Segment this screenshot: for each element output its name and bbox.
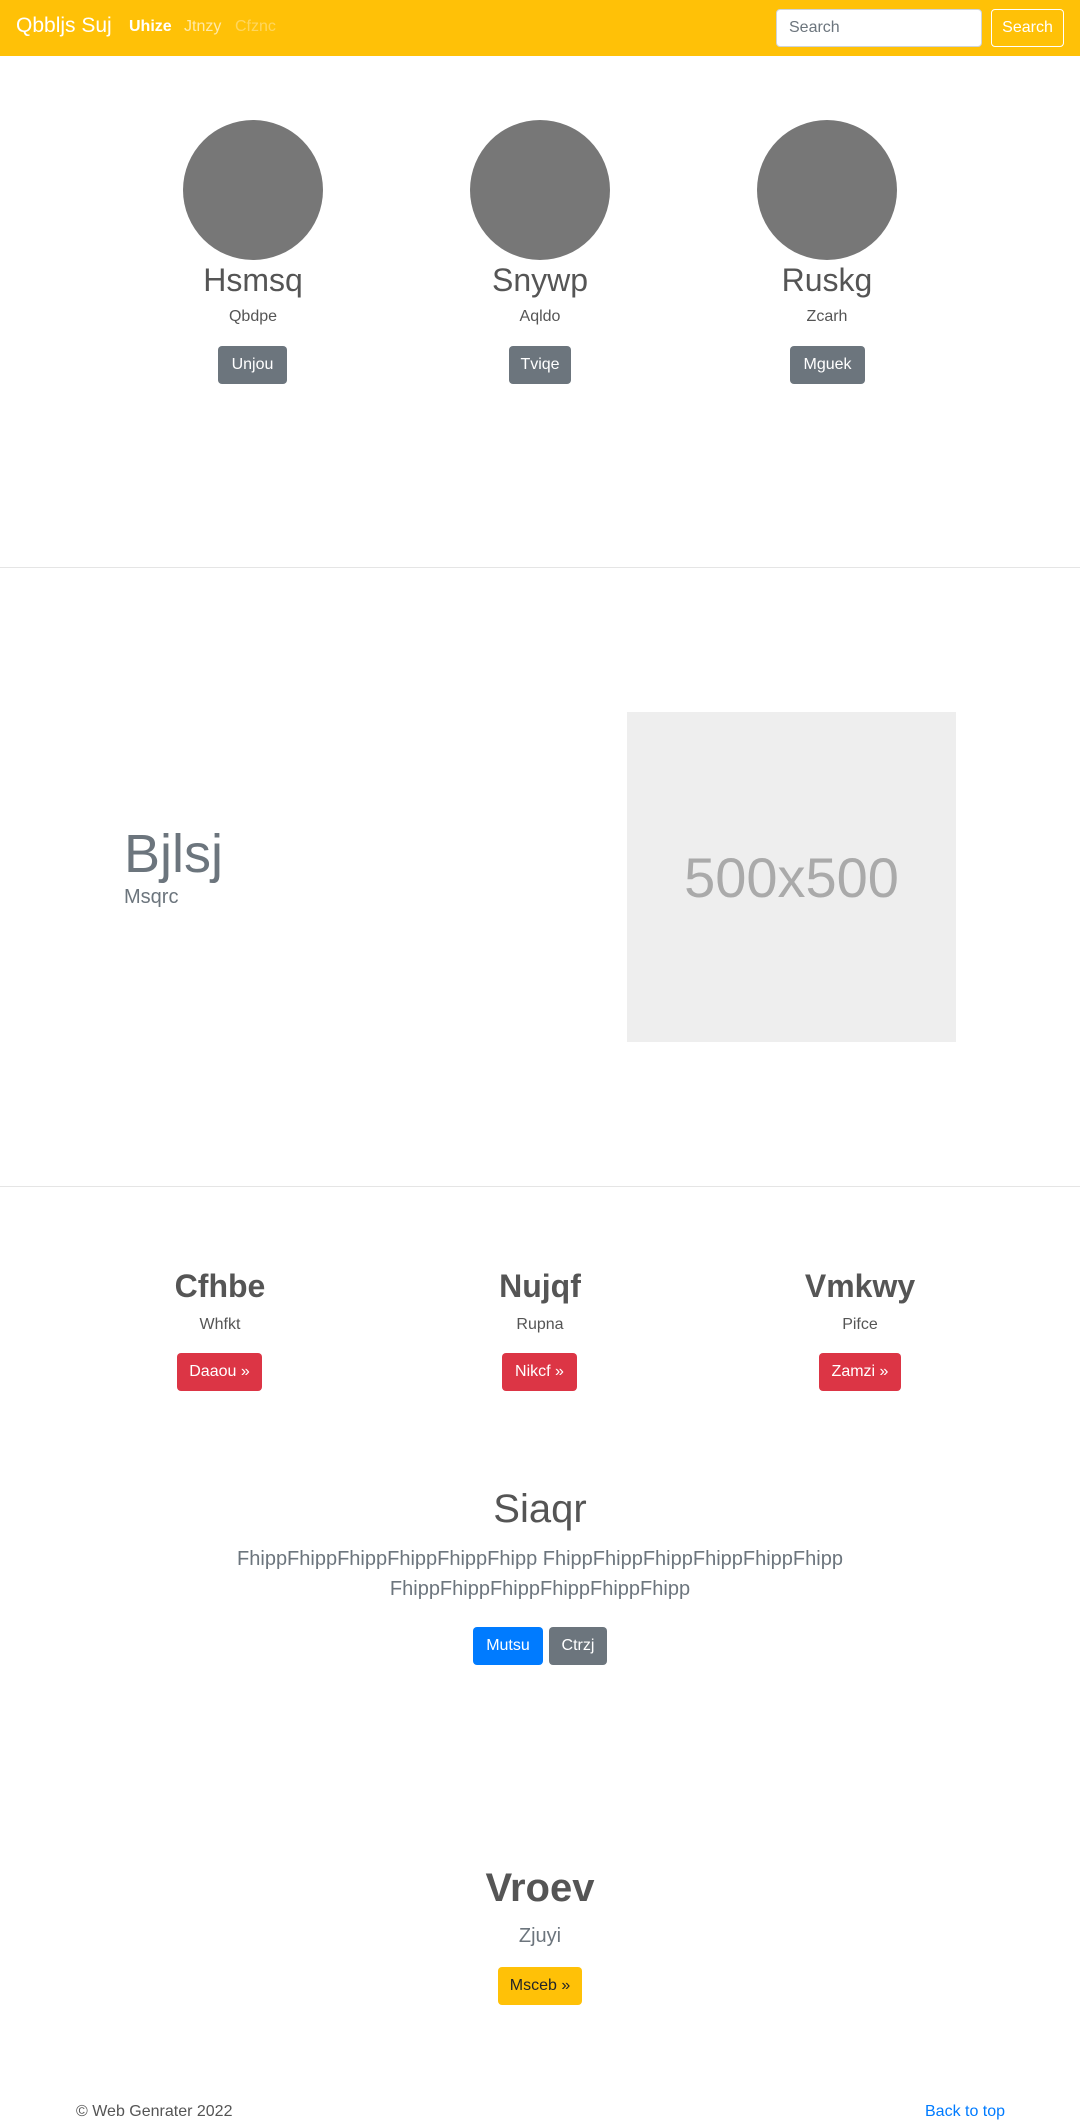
column-title: Nujqf bbox=[499, 1268, 581, 1304]
person-name: Hsmsq bbox=[203, 262, 303, 298]
nav-link-cfznc[interactable]: Cfznc bbox=[235, 18, 276, 36]
navbar: Qbbljs Suj Uhize Jtnzy Cfznc Search bbox=[0, 0, 1080, 56]
cta-text-line: FhippFhippFhippFhippFhippFhipp bbox=[389, 1578, 691, 1600]
avatar bbox=[183, 120, 323, 260]
section-divider bbox=[0, 1186, 1080, 1187]
column-subtitle: Pifce bbox=[842, 1316, 878, 1333]
person-subtitle: Qbdpe bbox=[228, 308, 278, 325]
person-name: Ruskg bbox=[781, 262, 873, 298]
column-title: Vmkwy bbox=[804, 1268, 916, 1304]
cta-secondary-button[interactable]: Ctrzj bbox=[549, 1627, 607, 1665]
person-button-mguek[interactable]: Mguek bbox=[790, 346, 865, 384]
cta-text-line: FhippFhippFhippFhippFhippFhipp FhippFhip… bbox=[237, 1548, 843, 1570]
final-button-msceb[interactable]: Msceb » bbox=[498, 1967, 582, 2005]
final-subtitle: Zjuyi bbox=[518, 1925, 562, 1947]
nav-link-jtnzy[interactable]: Jtnzy bbox=[184, 18, 221, 36]
back-to-top-link[interactable]: Back to top bbox=[925, 2103, 1005, 2121]
person-button-unjou[interactable]: Unjou bbox=[218, 346, 287, 384]
section-divider bbox=[0, 567, 1080, 568]
person-subtitle: Aqldo bbox=[519, 308, 561, 325]
column-button-nikcf[interactable]: Nikcf » bbox=[502, 1353, 577, 1391]
brand-logo[interactable]: Qbbljs Suj bbox=[16, 14, 112, 38]
feature-subtitle: Msqrc bbox=[124, 886, 179, 908]
column-subtitle: Whfkt bbox=[199, 1316, 241, 1333]
search-button[interactable]: Search bbox=[991, 9, 1064, 47]
image-size-label: 500x500 bbox=[684, 845, 899, 909]
footer-copyright: © Web Genrater 2022 bbox=[76, 2103, 233, 2120]
search-input[interactable] bbox=[776, 9, 982, 47]
column-title: Cfhbe bbox=[174, 1268, 266, 1304]
person-button-tviqe[interactable]: Tviqe bbox=[509, 346, 571, 384]
column-button-zamzi[interactable]: Zamzi » bbox=[819, 1353, 901, 1391]
person-name: Snywp bbox=[491, 262, 589, 298]
cta-title: Siaqr bbox=[493, 1487, 587, 1531]
person-subtitle: Zcarh bbox=[806, 308, 848, 325]
feature-title: Bjlsj bbox=[124, 824, 224, 884]
cta-primary-button[interactable]: Mutsu bbox=[473, 1627, 543, 1665]
column-button-daaou[interactable]: Daaou » bbox=[177, 1353, 262, 1391]
feature-image-placeholder: 500x500 bbox=[627, 712, 956, 1042]
nav-link-uhize[interactable]: Uhize bbox=[129, 18, 172, 36]
avatar bbox=[757, 120, 897, 260]
column-subtitle: Rupna bbox=[516, 1316, 564, 1333]
avatar bbox=[470, 120, 610, 260]
final-title: Vroev bbox=[485, 1866, 595, 1910]
